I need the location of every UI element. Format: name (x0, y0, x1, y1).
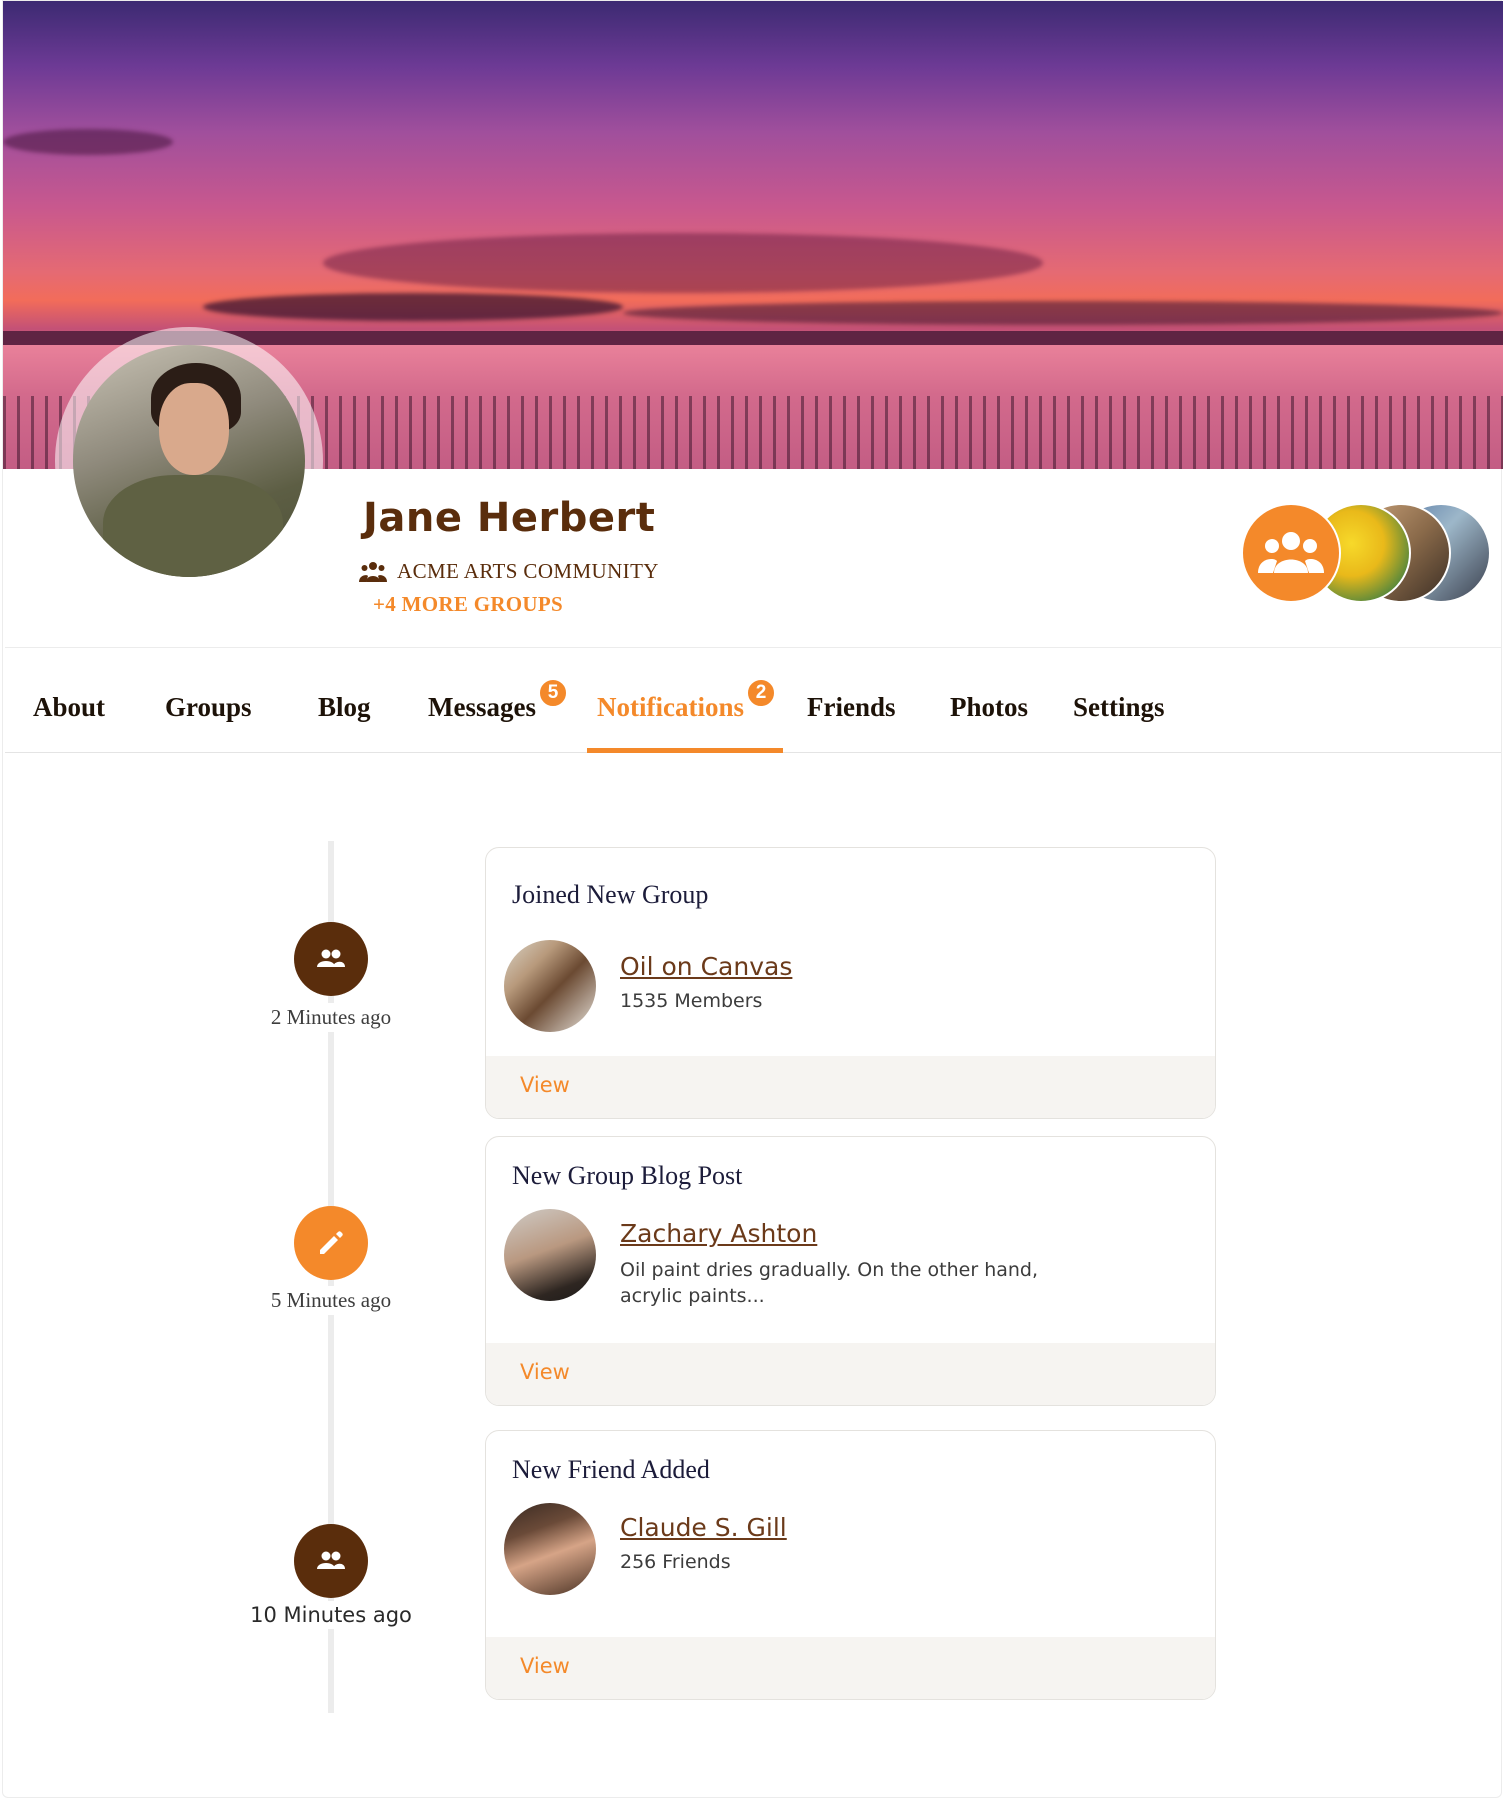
notification-subtext: 1535 Members (620, 990, 763, 1012)
tab-label: Notifications (597, 692, 744, 722)
group-name[interactable]: ACME ARTS COMMUNITY (397, 559, 659, 584)
notification-time: 5 Minutes ago (221, 1286, 441, 1315)
tab-label: Photos (950, 692, 1029, 722)
active-tab-indicator (587, 748, 783, 753)
notification-title: Joined New Group (512, 880, 709, 909)
card-footer: View (486, 1056, 1215, 1118)
view-button[interactable]: View (520, 1360, 570, 1384)
groups-button[interactable] (1241, 503, 1341, 603)
tab-label: Friends (807, 692, 896, 722)
card-footer: View (486, 1343, 1215, 1405)
group-icon (317, 949, 345, 967)
tab-friends[interactable]: Friends (807, 692, 896, 723)
profile-page: Jane Herbert ACME ARTS COMMUNITY +4 MORE… (2, 0, 1503, 1798)
group-icon (359, 561, 387, 582)
tab-label: Settings (1073, 692, 1165, 722)
messages-badge: 5 (537, 678, 568, 708)
notification-card: New Group Blog Post Zachary Ashton Oil p… (485, 1136, 1216, 1406)
tab-label: About (33, 692, 106, 722)
notification-card: Joined New Group Oil on Canvas 1535 Memb… (485, 847, 1216, 1119)
timeline-node (294, 922, 368, 996)
notification-card: New Friend Added Claude S. Gill 256 Frie… (485, 1430, 1216, 1700)
notification-subtext: 256 Friends (620, 1551, 731, 1573)
notification-title: New Friend Added (512, 1455, 710, 1484)
group-thumbnail[interactable] (504, 940, 596, 1032)
tab-label: Groups (165, 692, 252, 722)
tab-label: Blog (318, 692, 371, 722)
group-icon (1258, 532, 1324, 573)
tab-settings[interactable]: Settings (1073, 692, 1165, 723)
notification-link[interactable]: Oil on Canvas (620, 952, 792, 981)
tab-notifications[interactable]: Notifications 2 (597, 678, 776, 723)
view-button[interactable]: View (520, 1654, 570, 1678)
tab-messages[interactable]: Messages 5 (428, 678, 568, 723)
notification-title: New Group Blog Post (512, 1161, 743, 1190)
tab-label: Messages (428, 692, 536, 722)
notifications-badge: 2 (745, 678, 776, 708)
author-avatar[interactable] (504, 1209, 596, 1301)
card-footer: View (486, 1637, 1215, 1699)
tab-blog[interactable]: Blog (318, 692, 371, 723)
group-line: ACME ARTS COMMUNITY (359, 559, 659, 584)
avatar[interactable] (73, 345, 305, 577)
profile-name: Jane Herbert (363, 495, 656, 541)
view-button[interactable]: View (520, 1073, 570, 1097)
friend-avatar[interactable] (504, 1503, 596, 1595)
notification-time: 2 Minutes ago (221, 1003, 441, 1032)
notification-link[interactable]: Zachary Ashton (620, 1219, 817, 1248)
tab-photos[interactable]: Photos (950, 692, 1028, 723)
group-avatar-stack (1241, 503, 1491, 607)
notification-time: 10 Minutes ago (221, 1601, 441, 1629)
notification-link[interactable]: Claude S. Gill (620, 1513, 787, 1542)
profile-tabs: About Groups Blog Messages 5 Notificatio… (5, 647, 1501, 753)
tab-about[interactable]: About (33, 692, 105, 723)
notification-excerpt: Oil paint dries gradually. On the other … (620, 1259, 1039, 1307)
pencil-icon (320, 1231, 343, 1254)
timeline-node (294, 1206, 368, 1280)
group-icon (317, 1551, 345, 1569)
more-groups-link[interactable]: +4 MORE GROUPS (373, 592, 563, 617)
timeline-node (294, 1524, 368, 1598)
tab-groups[interactable]: Groups (165, 692, 252, 723)
